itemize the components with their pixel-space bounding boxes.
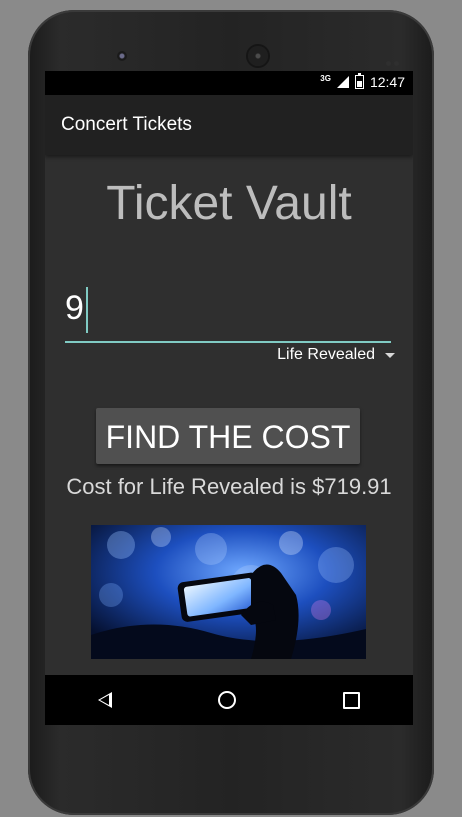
text-cursor xyxy=(85,287,88,334)
navigation-bar xyxy=(45,675,413,725)
network-type: 3G xyxy=(320,73,331,83)
battery-icon xyxy=(354,73,364,89)
concert-selector[interactable]: Life Revealed xyxy=(277,346,395,364)
cost-result-text: Cost for Life Revealed is $719.91 xyxy=(66,474,392,499)
chevron-down-icon xyxy=(385,352,395,358)
quantity-input[interactable]: 9 xyxy=(65,283,391,343)
quantity-value: 9 xyxy=(65,289,84,327)
find-cost-button[interactable]: FIND THE COST xyxy=(96,408,360,464)
back-icon[interactable] xyxy=(98,692,113,708)
concert-image xyxy=(91,525,366,659)
earpiece-speaker xyxy=(248,46,268,66)
app-screen: 3G 12:47 Concert Tickets Ticket Vault 9 … xyxy=(45,71,413,725)
concert-selected-label: Life Revealed xyxy=(277,346,375,363)
cell-signal-icon xyxy=(336,76,349,88)
page-heading: Ticket Vault xyxy=(106,177,352,230)
home-icon[interactable] xyxy=(218,691,237,709)
status-time: 12:47 xyxy=(369,74,405,90)
app-title: Concert Tickets xyxy=(61,114,192,135)
recents-icon[interactable] xyxy=(342,691,360,709)
proximity-sensors xyxy=(386,53,404,66)
app-bar: Concert Tickets xyxy=(45,95,413,155)
front-camera xyxy=(117,51,127,61)
status-bar: 3G 12:47 xyxy=(45,71,413,95)
